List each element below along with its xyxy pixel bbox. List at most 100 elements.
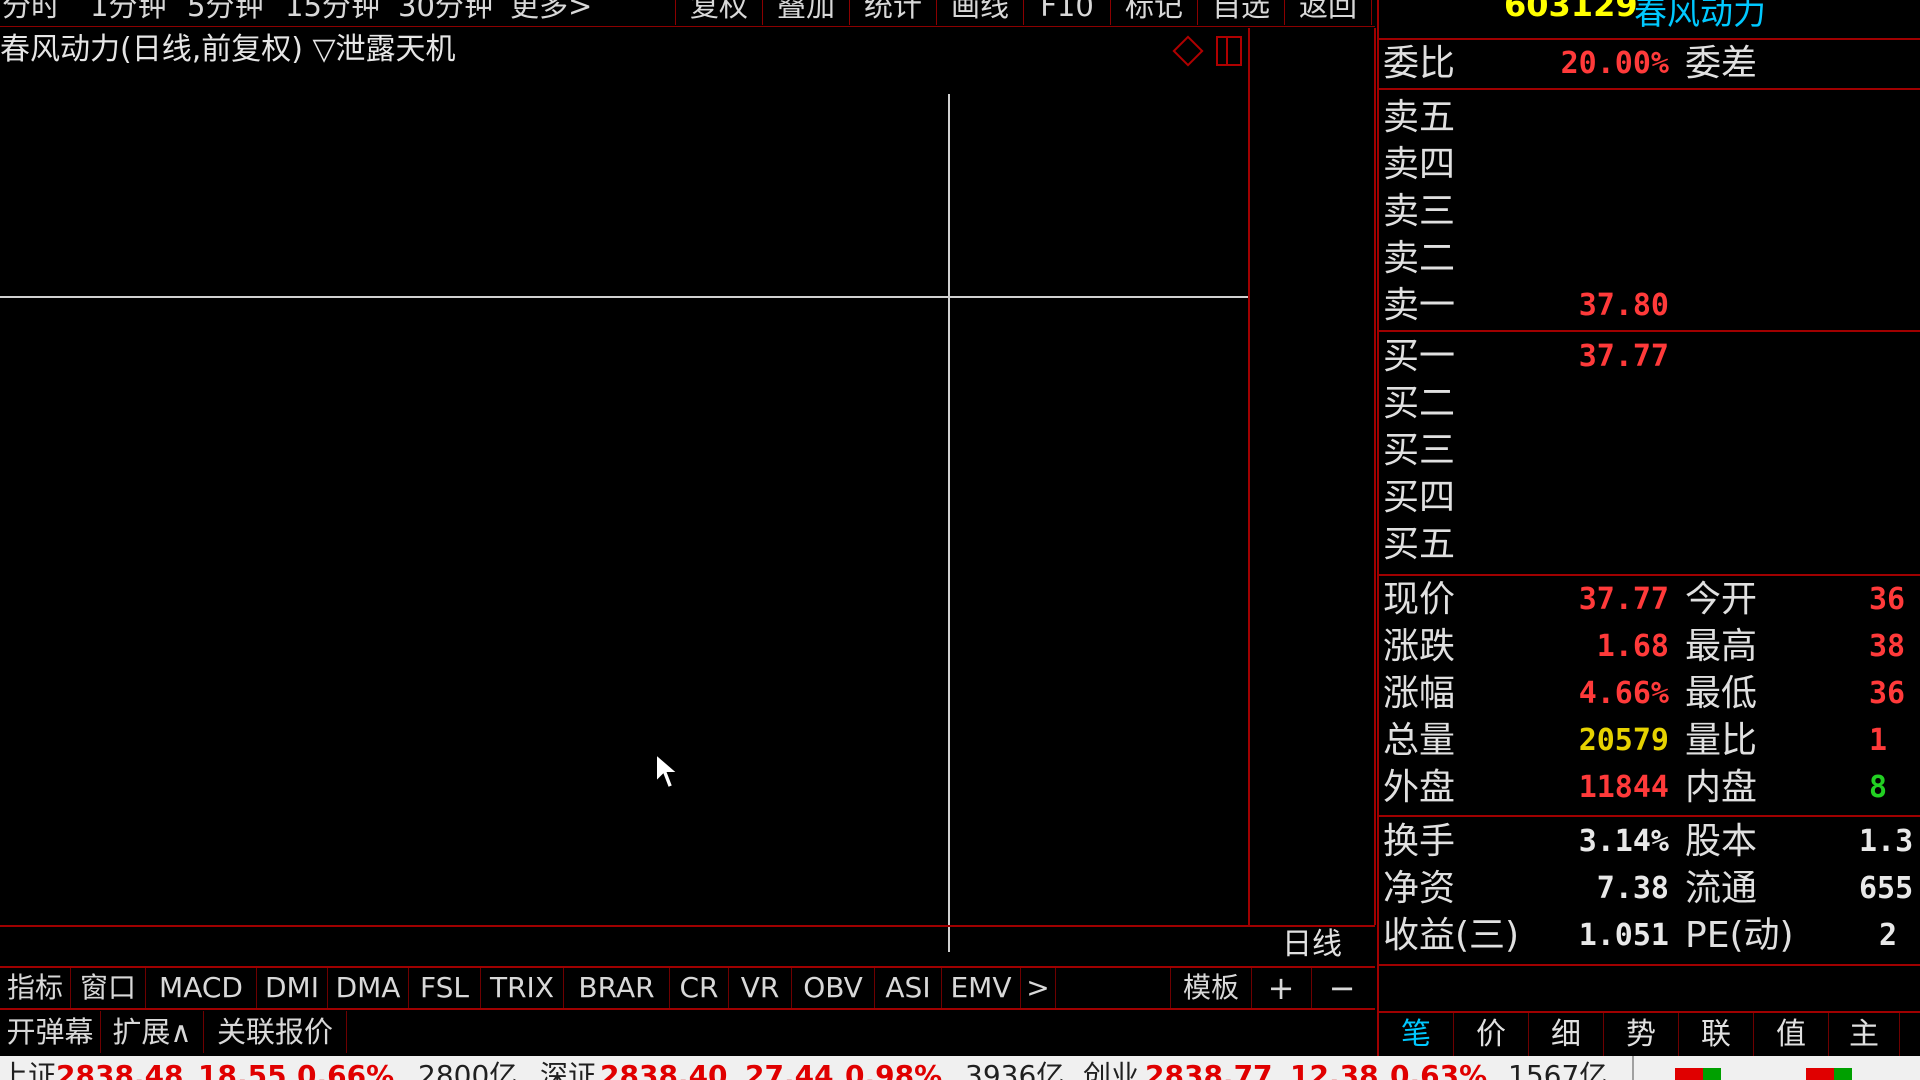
tab-fsl[interactable]: FSL (409, 968, 481, 1008)
period-30min[interactable]: 30分钟 (398, 0, 493, 24)
commission-ratio-value: 20.00% (1560, 46, 1669, 81)
sz-label[interactable]: 深证 (540, 1058, 596, 1080)
add-window-button[interactable]: + (1251, 968, 1312, 1008)
market-down-indicator-icon (1834, 1068, 1852, 1080)
fund-value-pe: 2 (1879, 918, 1898, 953)
cy-amount: 1567亿 (1508, 1059, 1608, 1080)
tab-vr[interactable]: VR (729, 968, 792, 1008)
price-axis (1250, 28, 1376, 925)
mouse-cursor-icon (655, 752, 680, 790)
kline-chart-area[interactable] (0, 28, 1250, 952)
stat-value-high: 38 (1869, 629, 1906, 664)
adjust-button[interactable]: 复权 (675, 0, 763, 25)
fund-value-turnover: 3.14% (1578, 824, 1669, 859)
sell4-label: 卖四 (1383, 144, 1456, 185)
fund-label-eps: 收益(三) (1383, 915, 1520, 956)
buy4-label: 买四 (1383, 477, 1456, 518)
tab-dma[interactable]: DMA (328, 968, 409, 1008)
quote-panel: 603129 春风动力 委比 20.00% 委差 卖五 卖四 卖三 卖二 卖一 … (1377, 0, 1920, 1057)
stat-value-inner: 8 (1869, 770, 1888, 805)
period-label: 日线 (1282, 927, 1342, 962)
tab-asi[interactable]: ASI (875, 968, 942, 1008)
tab-cr[interactable]: CR (670, 968, 729, 1008)
tab-linked[interactable]: 联 (1679, 1013, 1754, 1057)
stock-code: 603129 (1504, 0, 1638, 24)
market-up-indicator-icon (1806, 1068, 1834, 1080)
tab-dmi[interactable]: DMI (257, 968, 328, 1008)
buy5-label: 买五 (1383, 524, 1456, 565)
stock-name: 春风动力 (1634, 0, 1766, 32)
f10-button[interactable]: F10 (1023, 0, 1111, 25)
stat-label-change: 涨跌 (1383, 626, 1456, 667)
tab-main[interactable]: 主 (1829, 1013, 1900, 1057)
status-divider (1632, 1056, 1634, 1080)
fund-value-shares: 1.3 (1859, 824, 1914, 859)
tab-detail[interactable]: 细 (1529, 1013, 1604, 1057)
chart-title[interactable]: 春风动力(日线,前复权) ▽泄露天机 (0, 30, 456, 70)
statistics-button[interactable]: 统计 (849, 0, 937, 25)
sz-amount: 3936亿 (965, 1059, 1065, 1080)
cy-index: 2838.77 (1145, 1059, 1273, 1080)
stat-value-low: 36 (1869, 676, 1906, 711)
sell1-label: 卖一 (1383, 285, 1456, 326)
tab-macd[interactable]: MACD (146, 968, 257, 1008)
stat-value-volume: 20579 (1578, 723, 1669, 758)
tab-trix[interactable]: TRIX (481, 968, 564, 1008)
period-more[interactable]: 更多> (510, 0, 592, 24)
divider (1379, 815, 1920, 817)
buy1-label: 买一 (1383, 336, 1456, 377)
tab-value[interactable]: 值 (1754, 1013, 1829, 1057)
tab-brar[interactable]: BRAR (564, 968, 670, 1008)
crosshair-horizontal (0, 296, 1248, 298)
stat-label-pct: 涨幅 (1383, 673, 1456, 714)
stat-value-change: 1.68 (1596, 629, 1669, 664)
market-status-bar: 上证 2838.48 18.55 0.66% 2800亿 深证 2838.40 … (0, 1056, 1920, 1080)
expand-button[interactable]: 扩展∧ (101, 1011, 204, 1053)
period-intraday[interactable]: 分时 (2, 0, 60, 24)
sh-label[interactable]: 上证 (0, 1058, 56, 1080)
tab-emv[interactable]: EMV (942, 968, 1021, 1008)
indicator-tab-bar: 指标 窗口 MACD DMI DMA FSL TRIX BRAR CR VR O… (0, 966, 1375, 1010)
stat-value-open: 36 (1869, 582, 1906, 617)
period-5min[interactable]: 5分钟 (187, 0, 263, 24)
buy2-label: 买二 (1383, 383, 1456, 424)
tab-indicator[interactable]: 指标 (0, 968, 71, 1008)
tab-ticks[interactable]: 笔 (1379, 1013, 1454, 1057)
stat-label-high: 最高 (1685, 626, 1758, 667)
tab-trend[interactable]: 势 (1604, 1013, 1679, 1057)
overlay-button[interactable]: 叠加 (762, 0, 850, 25)
tab-obv[interactable]: OBV (792, 968, 875, 1008)
period-15min[interactable]: 15分钟 (285, 0, 380, 24)
tab-price[interactable]: 价 (1454, 1013, 1529, 1057)
danmaku-toggle-button[interactable]: 开弹幕 (0, 1011, 101, 1053)
stat-label-inner: 内盘 (1685, 767, 1758, 808)
divider (1379, 88, 1920, 90)
divider (1379, 330, 1920, 332)
remove-window-button[interactable]: − (1312, 968, 1372, 1008)
back-button[interactable]: 返回 (1284, 0, 1372, 25)
function-bar: 开弹幕 扩展∧ 关联报价 (0, 1011, 1375, 1053)
template-button[interactable]: 模板 (1170, 968, 1252, 1008)
sh-change: 18.55 (198, 1059, 287, 1080)
commission-ratio-label: 委比 (1383, 43, 1456, 84)
market-up-indicator-icon (1675, 1068, 1703, 1080)
fund-label-shares: 股本 (1685, 821, 1758, 862)
sz-index: 2838.40 (600, 1059, 728, 1080)
fund-label-pe: PE(动) (1685, 915, 1794, 956)
related-quotes-button[interactable]: 关联报价 (204, 1011, 347, 1053)
sell3-label: 卖三 (1383, 191, 1456, 232)
period-1min[interactable]: 1分钟 (90, 0, 166, 24)
cy-change: 12.38 (1290, 1059, 1379, 1080)
stat-value-volume-ratio: 1 (1869, 723, 1888, 758)
watchlist-button[interactable]: 自选 (1197, 0, 1285, 25)
mark-button[interactable]: 标记 (1110, 0, 1198, 25)
sell2-label: 卖二 (1383, 238, 1456, 279)
stat-label-volume: 总量 (1383, 720, 1456, 761)
cy-label[interactable]: 创业 (1083, 1058, 1139, 1080)
tab-window[interactable]: 窗口 (71, 968, 146, 1008)
tab-more-chevron-icon[interactable]: > (1021, 968, 1056, 1008)
stat-label-outer: 外盘 (1383, 767, 1456, 808)
panel-toggle-icon[interactable] (1216, 36, 1242, 66)
draw-line-button[interactable]: 画线 (936, 0, 1024, 25)
fund-value-float: 655 (1859, 871, 1914, 906)
